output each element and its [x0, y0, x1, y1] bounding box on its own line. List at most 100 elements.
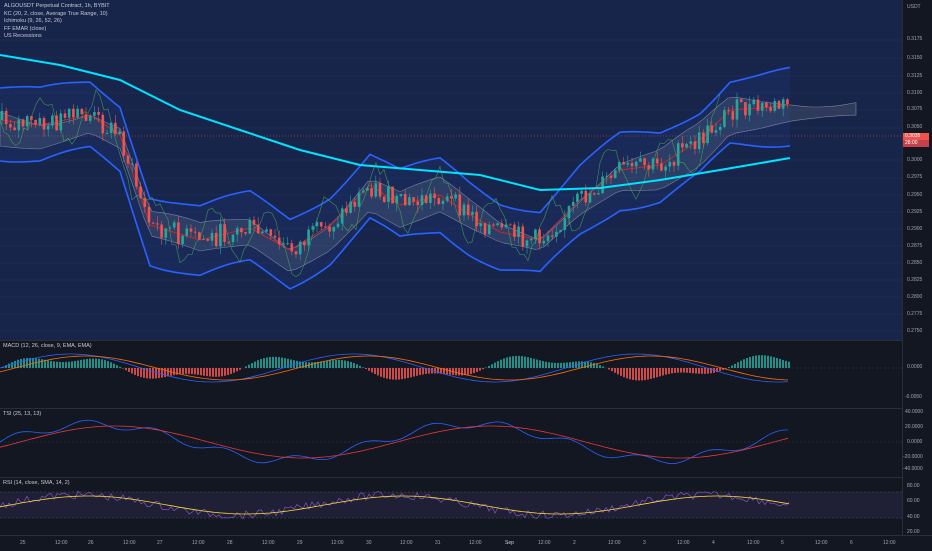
time-tick: 12:00	[123, 540, 136, 546]
price-chart-pane[interactable]: ALGOUSDT Perpetual Contract, 1h, BYBIT K…	[0, 0, 902, 340]
time-tick: 12:00	[55, 540, 68, 546]
histogram-bar	[179, 368, 181, 374]
histogram-bar	[530, 358, 532, 368]
histogram-bar	[656, 368, 658, 377]
time-tick: 25	[20, 540, 26, 546]
rsi-canvas	[0, 478, 902, 535]
price-tick: 0.3125	[907, 73, 922, 79]
tsi-tick: -20.0000	[903, 454, 923, 460]
histogram-bar	[695, 368, 697, 374]
candle-body	[488, 225, 491, 235]
candle-body	[127, 156, 130, 164]
candle-body	[753, 100, 756, 105]
candle-body	[429, 194, 432, 203]
macd-label[interactable]: MACD (12, 26, close, 9, EMA, EMA)	[3, 343, 92, 349]
macd-pane[interactable]: MACD (12, 26, close, 9, EMA, EMA)	[0, 341, 902, 408]
time-tick: 28	[227, 540, 233, 546]
candle-body	[211, 233, 214, 241]
price-tick: 0.3050	[907, 124, 922, 130]
histogram-bar	[599, 365, 601, 368]
candle-body	[307, 230, 310, 246]
candle-body	[757, 100, 760, 111]
histogram-bar	[410, 368, 412, 377]
histogram-bar	[737, 362, 739, 368]
candle-body	[719, 127, 722, 130]
candle-body	[660, 163, 663, 170]
candle-body	[194, 232, 197, 233]
histogram-bar	[194, 368, 196, 374]
histogram-bar	[758, 355, 760, 368]
histogram-bar	[728, 367, 730, 368]
candle-body	[572, 202, 575, 206]
histogram-bar	[290, 359, 292, 368]
histogram-bar	[770, 356, 772, 368]
tsi-pane[interactable]: TSI (25, 13, 13)	[0, 409, 902, 477]
candle-body	[9, 124, 12, 127]
candle-body	[337, 224, 340, 227]
candle-body	[316, 222, 319, 226]
histogram-bar	[74, 361, 76, 368]
histogram-bar	[86, 359, 88, 368]
candle-body	[580, 191, 583, 194]
candle-body	[391, 187, 394, 204]
histogram-bar	[761, 355, 763, 368]
histogram-bar	[473, 368, 475, 373]
candle-body	[144, 198, 147, 207]
indicator-ichimoku[interactable]: Ichimoku (9, 26, 52, 26)	[4, 18, 110, 26]
symbol-title[interactable]: ALGOUSDT Perpetual Contract, 1h, BYBIT	[4, 3, 110, 11]
histogram-bar	[311, 362, 313, 368]
histogram-bar	[65, 362, 67, 368]
candle-body	[404, 194, 407, 205]
indicator-kc[interactable]: KC (20, 2, close, Average True Range, 10…	[4, 11, 110, 19]
candle-body	[324, 227, 327, 228]
indicator-us-recessions[interactable]: US Recessions	[4, 33, 110, 41]
histogram-bar	[11, 362, 13, 368]
candle-body	[312, 226, 315, 229]
histogram-bar	[674, 368, 676, 373]
histogram-bar	[251, 363, 253, 368]
candle-body	[39, 118, 42, 125]
time-tick: Sep	[505, 540, 514, 546]
histogram-bar	[617, 368, 619, 374]
histogram-bar	[545, 362, 547, 368]
candle-body	[597, 193, 600, 194]
histogram-bar	[506, 357, 508, 368]
histogram-bar	[539, 360, 541, 368]
histogram-bar	[611, 368, 613, 371]
candle-body	[270, 229, 273, 235]
histogram-bar	[653, 368, 655, 378]
price-tick: 0.3175	[907, 36, 922, 42]
histogram-bar	[638, 368, 640, 381]
histogram-bar	[773, 357, 775, 368]
candle-body	[265, 229, 268, 231]
histogram-bar	[281, 358, 283, 368]
candle-body	[669, 162, 672, 167]
tsi-label[interactable]: TSI (25, 13, 13)	[3, 411, 41, 417]
histogram-bar	[272, 357, 274, 368]
price-axis[interactable]: USDT 0.3175 0.3150 0.3125 0.3100 0.3075 …	[902, 0, 932, 535]
indicator-ff-emar[interactable]: FF EMAR (close)	[4, 26, 110, 34]
candle-body	[648, 165, 651, 169]
histogram-bar	[206, 368, 208, 376]
histogram-bar	[668, 368, 670, 374]
time-tick: 12:00	[331, 540, 344, 546]
candle-body	[118, 131, 121, 133]
price-tick: 0.2800	[907, 294, 922, 300]
candle-body	[215, 233, 218, 246]
histogram-bar	[779, 359, 781, 368]
histogram-bar	[563, 363, 565, 368]
histogram-bar	[113, 364, 115, 368]
price-chart-canvas[interactable]	[0, 0, 902, 340]
histogram-bar	[167, 368, 169, 376]
rsi-label[interactable]: RSI (14, close, SMA, 14, 2)	[3, 480, 70, 486]
histogram-bar	[98, 359, 100, 368]
histogram-bar	[356, 364, 358, 368]
time-axis[interactable]: 2512:002612:002712:002812:002912:003012:…	[0, 535, 932, 551]
histogram-bar	[323, 361, 325, 368]
histogram-bar	[107, 361, 109, 368]
rsi-pane[interactable]: RSI (14, close, SMA, 14, 2)	[0, 478, 902, 535]
histogram-bar	[689, 368, 691, 373]
histogram-bar	[557, 363, 559, 368]
histogram-bar	[680, 368, 682, 373]
candle-body	[249, 220, 252, 234]
